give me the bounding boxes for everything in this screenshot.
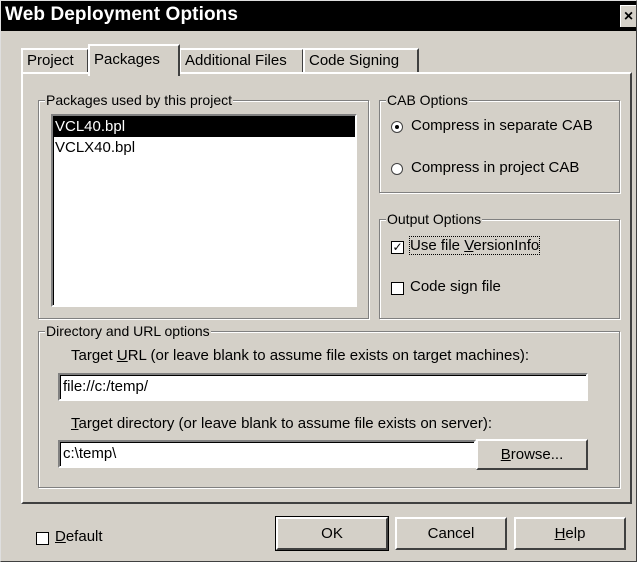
radio-compress-project[interactable]	[391, 163, 403, 175]
radio-selected-dot	[395, 125, 399, 129]
label-text: RL (or leave blank to assume file exists…	[127, 347, 529, 364]
version-info-checkbox[interactable]: ✓	[391, 241, 404, 254]
accelerator-key: H	[554, 525, 566, 542]
tab-project[interactable]: Project	[21, 48, 89, 73]
cab-options-group: CAB Options Compress in separate CAB Com…	[379, 91, 620, 193]
default-checkbox[interactable]	[36, 532, 49, 545]
accelerator-key: B	[500, 446, 511, 463]
close-icon[interactable]: ×	[620, 5, 636, 27]
button-label: elp	[565, 525, 586, 542]
tab-label: Code Signing	[309, 52, 400, 69]
code-sign-checkbox[interactable]	[391, 282, 404, 295]
radio-compress-separate[interactable]	[391, 121, 403, 133]
label-text: ersionInfo	[473, 237, 540, 254]
output-options-label: Output Options	[386, 210, 483, 228]
tab-packages[interactable]: Packages	[88, 44, 180, 76]
tab-code-signing[interactable]: Code Signing	[303, 48, 419, 73]
packages-tab-panel: Packages used by this project VCL40.bpl …	[21, 72, 632, 504]
target-directory-label: Target directory (or leave blank to assu…	[71, 415, 492, 432]
target-url-input[interactable]: file://c:/temp/	[58, 373, 588, 401]
button-label: rowse...	[510, 446, 564, 463]
dialog-window: Web Deployment Options × Project Package…	[0, 0, 637, 562]
title-bar[interactable]: Web Deployment Options ×	[1, 1, 636, 31]
cancel-button[interactable]: Cancel	[395, 517, 507, 550]
compress-separate-label[interactable]: Compress in separate CAB	[411, 117, 593, 134]
directory-url-group: Directory and URL options Target URL (or…	[38, 322, 620, 488]
output-options-group: Output Options ✓ Use file VersionInfo Co…	[379, 210, 620, 319]
packages-group-label: Packages used by this project	[45, 91, 233, 109]
packages-group: Packages used by this project VCL40.bpl …	[38, 91, 369, 319]
tab-label: Packages	[94, 51, 160, 68]
label-text: Target	[71, 347, 117, 364]
browse-button[interactable]: Browse...	[476, 439, 588, 470]
list-item[interactable]: VCL40.bpl	[53, 116, 355, 137]
tab-label: Project	[27, 52, 74, 69]
help-button[interactable]: Help	[514, 517, 626, 550]
accelerator-key: T	[71, 415, 79, 432]
accelerator-key: D	[55, 528, 66, 545]
label-text: efault	[65, 528, 103, 545]
accelerator-key: U	[116, 347, 128, 364]
window-title: Web Deployment Options	[5, 4, 239, 25]
list-item[interactable]: VCLX40.bpl	[53, 137, 355, 158]
label-text: Use file	[410, 237, 465, 254]
packages-listbox[interactable]: VCL40.bpl VCLX40.bpl	[51, 114, 357, 307]
directory-url-label: Directory and URL options	[45, 322, 211, 340]
target-directory-input[interactable]: c:\temp\	[58, 440, 476, 468]
label-text: arget directory (or leave blank to assum…	[78, 415, 493, 432]
ok-button[interactable]: OK	[275, 516, 389, 551]
target-url-label: Target URL (or leave blank to assume fil…	[71, 347, 529, 364]
cab-options-label: CAB Options	[386, 91, 469, 109]
default-label[interactable]: Default	[55, 528, 103, 545]
accelerator-key: V	[464, 237, 474, 254]
compress-project-label[interactable]: Compress in project CAB	[411, 159, 579, 176]
code-sign-label[interactable]: Code sign file	[410, 278, 501, 295]
version-info-label[interactable]: Use file VersionInfo	[408, 236, 541, 255]
tab-label: Additional Files	[185, 52, 287, 69]
tab-additional-files[interactable]: Additional Files	[179, 48, 304, 73]
